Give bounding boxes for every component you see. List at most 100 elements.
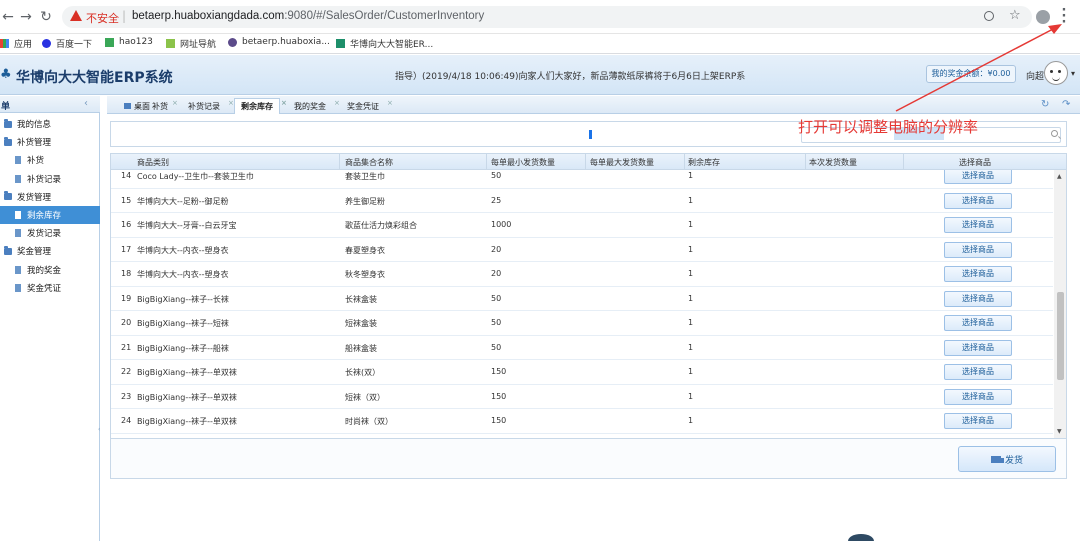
select-product-button[interactable]: 选择商品 <box>944 217 1012 233</box>
tab-my-bonus[interactable]: 我的奖金 × <box>287 98 340 114</box>
select-product-button[interactable]: 选择商品 <box>944 315 1012 331</box>
col-divider[interactable] <box>684 154 685 170</box>
col-divider[interactable] <box>585 154 586 170</box>
col-divider[interactable] <box>903 154 904 170</box>
table-row[interactable]: 23 BigBigXiang--袜子--单双袜 短袜（双） 150 1 选择商品 <box>111 385 1053 409</box>
table-row[interactable]: 22 BigBigXiang--袜子--单双袜 长袜(双） 150 1 选择商品 <box>111 360 1053 385</box>
select-product-button[interactable]: 选择商品 <box>944 413 1012 429</box>
back-arrow-icon[interactable]: ← <box>0 9 16 25</box>
table-row[interactable]: 16 华博向大大--牙膏--白云牙宝 歌蓝仕活力焕彩组合 1000 1 选择商品 <box>111 213 1053 238</box>
sidebar-item[interactable]: 奖金凭证 <box>0 279 100 297</box>
refresh-icon[interactable]: ↻ <box>1041 99 1049 110</box>
bookmark-star-icon[interactable]: ☆ <box>1009 8 1021 23</box>
cell-category: 华博向大大--内衣--塑身衣 <box>137 270 229 279</box>
home-icon <box>124 103 131 109</box>
sidebar-item[interactable]: 剩余库存 <box>0 206 100 224</box>
chevron-down-icon[interactable]: ▾ <box>1071 69 1075 78</box>
select-product-button[interactable]: 选择商品 <box>944 364 1012 380</box>
tab-restock-records[interactable]: 补货记录 × <box>181 98 234 114</box>
select-product-button[interactable]: 选择商品 <box>944 388 1012 405</box>
sidebar: 单 ‹ 我的信息 补货管理 补货 补货记录 发货管理剩余库存发货记录 奖金管理 我的奖金 奖金… <box>0 96 100 541</box>
select-product-button[interactable]: 选择商品 <box>944 170 1012 184</box>
cell-stock: 1 <box>688 171 694 180</box>
sidebar-item[interactable]: 补货 <box>0 151 100 169</box>
zoom-icon[interactable] <box>984 11 994 21</box>
col-header-stock[interactable]: 剩余库存 <box>688 157 720 168</box>
col-header-ship-qty[interactable]: 本次发货数量 <box>809 157 857 168</box>
col-divider[interactable] <box>805 154 806 170</box>
document-icon <box>15 283 21 292</box>
ship-button[interactable]: 发货 <box>958 446 1056 472</box>
reload-icon[interactable]: ↻ <box>38 9 54 25</box>
grid-scrollbar[interactable]: ▲ ▼ <box>1054 170 1066 438</box>
select-product-button[interactable]: 选择商品 <box>944 290 1012 307</box>
select-product-button[interactable]: 选择商品 <box>944 192 1012 209</box>
hao123-icon <box>105 37 114 47</box>
table-row[interactable]: 21 BigBigXiang--袜子--船袜 船袜盒装 50 1 选择商品 <box>111 336 1053 360</box>
sidebar-item[interactable]: 发货管理 <box>0 188 100 206</box>
share-arrow-icon[interactable]: ↷ <box>1062 99 1070 110</box>
sidebar-item[interactable]: 补货记录 <box>0 170 100 188</box>
table-row[interactable]: 15 华博向大大--足粉--御足粉 养生御足粉 25 1 选择商品 <box>111 189 1053 213</box>
tab-label: 补货记录 <box>188 102 220 111</box>
table-row[interactable]: 18 华博向大大--内衣--塑身衣 秋冬塑身衣 20 1 选择商品 <box>111 262 1053 287</box>
close-icon[interactable]: × <box>334 96 340 111</box>
inventory-grid: 商品类别 商品集合名称 每单最小发货数量 每单最大发货数量 剩余库存 本次发货数… <box>110 153 1067 439</box>
sidebar-item[interactable]: 奖金管理 <box>0 242 100 260</box>
avatar[interactable] <box>1044 61 1068 85</box>
huabo-logo-icon <box>336 39 345 48</box>
close-icon[interactable]: × <box>172 96 178 111</box>
sidebar-item[interactable]: 补货管理 <box>0 133 100 151</box>
select-product-button[interactable]: 选择商品 <box>944 266 1012 282</box>
col-header-min-qty[interactable]: 每单最小发货数量 <box>491 157 555 168</box>
close-icon[interactable]: × <box>281 96 287 111</box>
bonus-balance[interactable]: 我的奖金余额：¥0.00 <box>926 65 1016 83</box>
table-row[interactable]: 20 BigBigXiang--袜子--短袜 短袜盒装 50 1 选择商品 <box>111 311 1053 336</box>
cell-category: BigBigXiang--袜子--单双袜 <box>137 368 237 377</box>
address-bar[interactable]: 不安全 | betaerp.huaboxiangdada.com:9080/#/… <box>62 6 1032 28</box>
search-icon[interactable] <box>1051 130 1058 137</box>
bookmark-betaerp[interactable]: betaerp.huaboxia... <box>228 37 330 47</box>
tab-bonus-voucher[interactable]: 奖金凭证 × <box>340 98 393 114</box>
col-header-max-qty[interactable]: 每单最大发货数量 <box>590 157 654 168</box>
table-row[interactable]: 19 BigBigXiang--袜子--长袜 长袜盒装 50 1 选择商品 <box>111 287 1053 311</box>
security-label: 不安全 <box>86 12 119 25</box>
col-header-category[interactable]: 商品类别 <box>137 157 169 168</box>
select-product-button[interactable]: 选择商品 <box>944 241 1012 258</box>
col-header-name[interactable]: 商品集合名称 <box>345 157 393 168</box>
tab-remaining-stock[interactable]: 剩余库存 × <box>234 98 287 114</box>
table-row[interactable]: 17 华博向大大--内衣--塑身衣 春夏塑身衣 20 1 选择商品 <box>111 238 1053 262</box>
table-row[interactable]: 24 BigBigXiang--袜子--单双袜 时尚袜（双） 150 1 选择商品 <box>111 409 1053 434</box>
sidebar-item[interactable]: 我的信息 <box>0 115 100 133</box>
bookmark-huabo-erp[interactable]: 华博向大大智能ER... <box>336 37 433 50</box>
sidebar-header: 单 ‹ <box>0 96 100 113</box>
user-name[interactable]: 向超 <box>1026 69 1044 82</box>
app-title: 华博向大大智能ERP系统 <box>16 70 173 86</box>
scroll-thumb[interactable] <box>1057 292 1064 380</box>
bookmark-apps[interactable]: 应用 <box>0 37 32 50</box>
sidebar-item[interactable]: 我的奖金 <box>0 261 100 279</box>
sidebar-item[interactable]: 发货记录 <box>0 224 100 242</box>
bookmark-hao123[interactable]: hao123 <box>105 37 153 47</box>
cell-name: 套装卫生巾 <box>345 172 385 181</box>
bookmark-baidu[interactable]: 百度一下 <box>42 37 92 50</box>
bookmark-nav[interactable]: 网址导航 <box>166 37 216 50</box>
scroll-down-icon[interactable]: ▼ <box>1057 428 1062 435</box>
collapse-left-icon[interactable]: ‹ <box>84 98 88 109</box>
browser-menu-icon[interactable]: · · · <box>1061 4 1067 29</box>
cell-min-qty: 50 <box>491 318 502 327</box>
sidebar-item-label: 剩余库存 <box>27 211 62 221</box>
col-divider[interactable] <box>486 154 487 170</box>
select-product-button[interactable]: 选择商品 <box>944 339 1012 356</box>
close-icon[interactable]: × <box>228 96 234 111</box>
col-header-select[interactable]: 选择商品 <box>959 157 991 168</box>
close-icon[interactable]: × <box>387 96 393 111</box>
splitter-handle-icon[interactable]: ‹ <box>98 426 100 433</box>
scroll-up-icon[interactable]: ▲ <box>1057 173 1062 180</box>
col-divider[interactable] <box>339 154 340 170</box>
table-row[interactable]: 14 Coco Lady--卫生巾--套装卫生巾 套装卫生巾 50 1 选择商品 <box>111 170 1053 189</box>
tab-restock[interactable]: 补货 × <box>145 96 178 114</box>
profile-icon[interactable] <box>1036 10 1050 24</box>
forward-arrow-icon[interactable]: → <box>18 9 34 25</box>
floating-button[interactable] <box>848 534 874 541</box>
